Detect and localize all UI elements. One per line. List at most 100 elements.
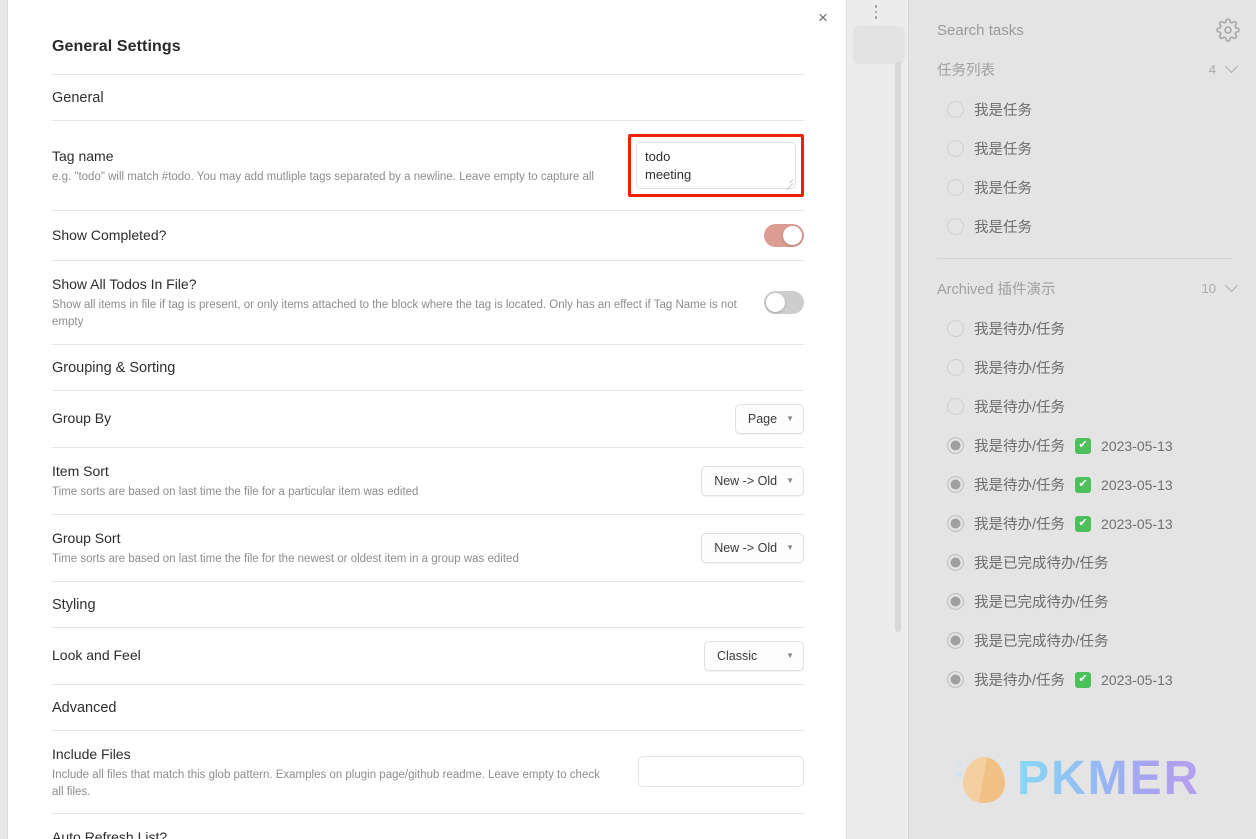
sidebar-item-list: 我是任务 我是任务 我是任务 我是任务 (909, 87, 1256, 246)
setting-row-tag-name: Tag name e.g. "todo" will match #todo. Y… (52, 120, 804, 210)
list-item[interactable]: 我是待办/任务 ✔ 2023-05-13 (909, 465, 1256, 504)
checkbox-checked-icon[interactable] (947, 593, 964, 610)
setting-row-auto-refresh: Auto Refresh List? It's recommended to l… (52, 813, 804, 839)
list-item[interactable]: 我是已完成待办/任务 (909, 543, 1256, 582)
list-item[interactable]: 我是任务 (909, 207, 1256, 246)
checkbox-checked-icon[interactable] (947, 671, 964, 688)
sidebar-group-count: 4 (1208, 62, 1216, 77)
group-by-select[interactable]: Page ▼ (734, 403, 804, 434)
list-item-date: 2023-05-13 (1101, 476, 1173, 493)
chevron-down-icon: ▼ (786, 475, 794, 485)
setting-text-look-and-feel: Look and Feel (52, 645, 690, 665)
checkbox-checked-icon[interactable] (947, 476, 964, 493)
show-all-todos-toggle[interactable] (764, 290, 804, 314)
group-sort-select[interactable]: New -> Old ▼ (701, 532, 804, 563)
more-options-icon[interactable] (869, 2, 883, 22)
checkbox-checked-icon[interactable] (947, 437, 964, 454)
checkbox-icon[interactable] (947, 140, 964, 157)
sidebar-item-list: 我是待办/任务 我是待办/任务 我是待办/任务 我是待办/任务 ✔ 2023-05-13 我… (909, 306, 1256, 699)
setting-control-tag-name: todo meeting (628, 134, 804, 197)
sidebar-group-title: 任务列表 (937, 63, 995, 79)
list-item-date: 2023-05-13 (1101, 515, 1173, 532)
list-item[interactable]: 我是任务 (909, 168, 1256, 207)
search-input[interactable] (937, 21, 1216, 39)
setting-row-item-sort: Item Sort Time sorts are based on last t… (52, 446, 804, 514)
setting-label-show-all-todos: Show All Todos In File? (52, 276, 197, 292)
chevron-down-icon[interactable] (1225, 60, 1238, 74)
list-item[interactable]: 我是待办/任务 (909, 309, 1256, 348)
setting-text-item-sort: Item Sort Time sorts are based on last t… (52, 461, 687, 501)
list-item[interactable]: 我是待办/任务 (909, 387, 1256, 426)
checkbox-icon[interactable] (947, 101, 964, 118)
item-sort-value: New -> Old (714, 473, 778, 488)
tag-name-highlight-box: todo meeting (628, 134, 804, 197)
checkbox-checked-icon[interactable] (947, 554, 964, 571)
list-item-label: 我是待办/任务 (974, 517, 1066, 533)
setting-label-auto-refresh: Auto Refresh List? (52, 829, 168, 839)
section-heading-grouping-sorting: Grouping & Sorting (52, 343, 804, 390)
tag-name-input[interactable]: todo meeting (636, 142, 796, 189)
chevron-down-icon: ▼ (786, 413, 794, 423)
list-item-label: 我是待办/任务 (974, 322, 1066, 338)
list-item[interactable]: 我是任务 (909, 90, 1256, 129)
setting-label-item-sort: Item Sort (52, 462, 109, 479)
completed-check-icon: ✔ (1075, 671, 1092, 688)
setting-control-group-sort: New -> Old ▼ (701, 532, 804, 563)
setting-control-group-by: Page ▼ (734, 403, 804, 434)
settings-body: General Settings General Tag name e.g. "… (9, 0, 804, 839)
setting-control-item-sort: New -> Old ▼ (701, 465, 804, 496)
setting-text-auto-refresh: Auto Refresh List? It's recommended to l… (52, 827, 750, 839)
sidebar-group-meta: 4 (1208, 60, 1238, 77)
list-item[interactable]: 我是待办/任务 (909, 348, 1256, 387)
list-item-date: 2023-05-13 (1101, 437, 1173, 454)
list-item[interactable]: 我是已完成待办/任务 (909, 582, 1256, 621)
completed-check-icon: ✔ (1075, 437, 1092, 454)
list-item-label: 我是待办/任务 (974, 673, 1066, 689)
setting-text-show-all-todos: Show All Todos In File? Show all items i… (52, 274, 750, 331)
checkbox-checked-icon[interactable] (947, 515, 964, 532)
checkbox-icon[interactable] (947, 179, 964, 196)
list-item[interactable]: 我是已完成待办/任务 (909, 621, 1256, 660)
checkbox-icon[interactable] (947, 359, 964, 376)
chevron-down-icon: ▼ (786, 542, 794, 552)
checkbox-icon[interactable] (947, 218, 964, 235)
background-scrollbar-thumb[interactable] (895, 62, 901, 632)
list-item[interactable]: 我是待办/任务 ✔ 2023-05-13 (909, 504, 1256, 543)
include-files-input[interactable] (638, 756, 804, 788)
gear-icon[interactable] (1216, 18, 1240, 42)
list-item[interactable]: 我是待办/任务 ✔ 2023-05-13 (909, 426, 1256, 465)
sidebar-group-count: 10 (1201, 281, 1216, 296)
sidebar-group-list: 任务列表 4 我是任务 我是任务 我是任务 我是任务 Archived 插件演示 10 我是待办… (909, 52, 1256, 699)
list-item-label: 我是已完成待办/任务 (974, 595, 1109, 611)
setting-text-include-files: Include Files Include all files that mat… (52, 744, 624, 801)
list-item-label: 我是任务 (974, 142, 1032, 158)
sidebar-group-title: Archived 插件演示 (937, 282, 1056, 298)
list-item[interactable]: 我是待办/任务 ✔ 2023-05-13 (909, 660, 1256, 699)
setting-text-group-sort: Group Sort Time sorts are based on last … (52, 528, 687, 568)
setting-label-look-and-feel: Look and Feel (52, 647, 141, 664)
setting-desc-item-sort: Time sorts are based on last time the fi… (52, 485, 419, 498)
sidebar-group-meta: 10 (1201, 279, 1238, 296)
list-item-label: 我是待办/任务 (974, 400, 1066, 416)
list-item-label: 我是任务 (974, 103, 1032, 119)
close-icon[interactable]: × (809, 3, 837, 31)
list-item-label: 我是已完成待办/任务 (974, 634, 1109, 650)
item-sort-select[interactable]: New -> Old ▼ (701, 465, 804, 496)
sidebar-group-header[interactable]: 任务列表 4 (909, 52, 1256, 87)
chevron-down-icon[interactable] (1225, 279, 1238, 293)
checkbox-icon[interactable] (947, 398, 964, 415)
list-item-label: 我是待办/任务 (974, 439, 1066, 455)
list-item[interactable]: 我是任务 (909, 129, 1256, 168)
checkbox-checked-icon[interactable] (947, 632, 964, 649)
show-completed-toggle[interactable] (764, 224, 804, 247)
list-item-label: 我是任务 (974, 181, 1032, 197)
setting-row-include-files: Include Files Include all files that mat… (52, 729, 804, 814)
sidebar-group-header[interactable]: Archived 插件演示 10 (909, 271, 1256, 306)
setting-row-show-completed: Show Completed? (52, 210, 804, 260)
setting-label-group-by: Group By (52, 410, 112, 427)
setting-row-group-sort: Group Sort Time sorts are based on last … (52, 513, 804, 581)
toggle-knob (766, 292, 785, 312)
checkbox-icon[interactable] (947, 320, 964, 337)
section-heading-general: General (52, 74, 804, 120)
look-and-feel-select[interactable]: Classic ▼ (704, 640, 804, 671)
